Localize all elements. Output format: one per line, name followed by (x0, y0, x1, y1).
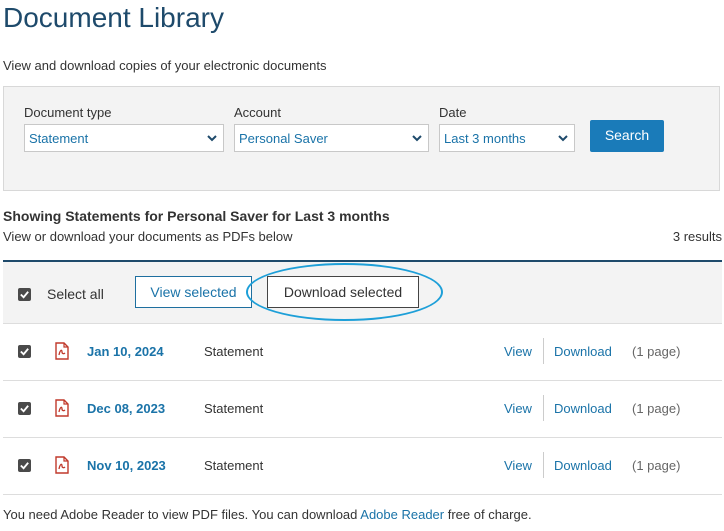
select-all-checkbox[interactable] (18, 288, 31, 301)
document-type-select[interactable]: Statement (24, 124, 224, 152)
pdf-icon (55, 399, 69, 417)
note-text-before: You need Adobe Reader to view PDF files.… (3, 507, 361, 522)
download-link[interactable]: Download (554, 344, 612, 359)
page-title: Document Library (3, 2, 224, 33)
pdf-icon (55, 456, 69, 474)
date-select[interactable]: Last 3 months (439, 124, 575, 152)
account-select[interactable]: Personal Saver (234, 124, 429, 152)
download-selected-button[interactable]: Download selected (267, 276, 419, 308)
chevron-down-icon (558, 135, 568, 142)
view-selected-button[interactable]: View selected (135, 276, 252, 308)
page-count: (1 page) (632, 344, 681, 359)
divider (543, 452, 544, 478)
account-value: Personal Saver (239, 131, 328, 146)
document-type: Statement (204, 458, 264, 473)
download-link[interactable]: Download (554, 401, 612, 416)
filter-panel: Document type Statement Account Personal… (3, 86, 720, 191)
account-label: Account (234, 105, 281, 120)
document-type-value: Statement (29, 131, 89, 146)
note-text-after: free of charge. (444, 507, 532, 522)
page-count: (1 page) (632, 401, 681, 416)
page-count: (1 page) (632, 458, 681, 473)
date-value: Last 3 months (444, 131, 526, 146)
view-link[interactable]: View (504, 344, 532, 359)
results-heading: Showing Statements for Personal Saver fo… (3, 208, 390, 224)
document-type-label: Document type (24, 105, 112, 120)
document-date-link[interactable]: Dec 08, 2023 (87, 401, 165, 416)
adobe-reader-note: You need Adobe Reader to view PDF files.… (3, 507, 532, 522)
download-link[interactable]: Download (554, 458, 612, 473)
chevron-down-icon (207, 135, 217, 142)
chevron-down-icon (412, 135, 422, 142)
results-count: 3 results (672, 229, 722, 244)
divider (543, 395, 544, 421)
view-link[interactable]: View (504, 401, 532, 416)
document-date-link[interactable]: Nov 10, 2023 (87, 458, 166, 473)
row-checkbox[interactable] (18, 402, 31, 415)
checkmark-icon (20, 348, 29, 356)
document-type: Statement (204, 401, 264, 416)
results-subheading: View or download your documents as PDFs … (3, 229, 293, 244)
checkmark-icon (20, 462, 29, 470)
view-link[interactable]: View (504, 458, 532, 473)
page-subtitle: View and download copies of your electro… (3, 58, 327, 73)
checkmark-icon (20, 405, 29, 413)
document-type: Statement (204, 344, 264, 359)
date-label: Date (439, 105, 467, 120)
checkmark-icon (20, 291, 29, 299)
row-checkbox[interactable] (18, 459, 31, 472)
search-button[interactable]: Search (590, 120, 664, 152)
row-checkbox[interactable] (18, 345, 31, 358)
pdf-icon (55, 342, 69, 360)
divider (543, 338, 544, 364)
document-date-link[interactable]: Jan 10, 2024 (87, 344, 164, 359)
select-all-label[interactable]: Select all (47, 286, 104, 302)
adobe-reader-link[interactable]: Adobe Reader (360, 507, 444, 522)
